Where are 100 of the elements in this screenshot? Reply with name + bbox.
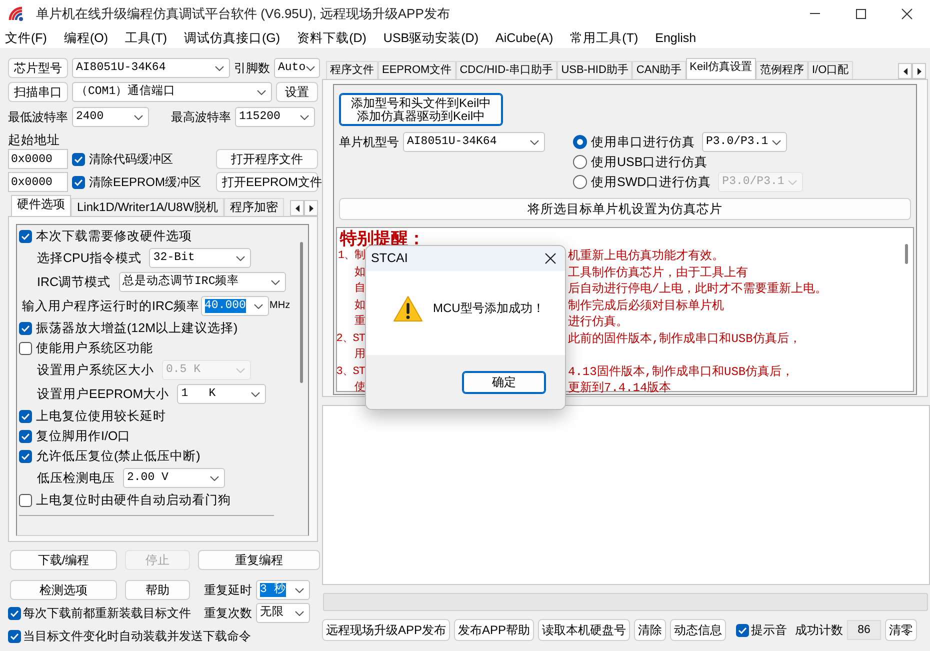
check-icon <box>10 632 19 640</box>
dropdown[interactable]: Auto <box>274 58 320 78</box>
label: 成功计数 <box>795 622 844 638</box>
toolbar-button[interactable]: 远程现场升级APP发布 <box>322 619 450 641</box>
radio-button[interactable] <box>573 175 587 189</box>
toolbar-button[interactable]: 清除 <box>634 619 666 641</box>
radio-label: 使用串口进行仿真 <box>591 134 695 150</box>
menu-item[interactable]: 编程(O) <box>60 30 112 46</box>
checkbox[interactable] <box>72 176 85 188</box>
dropdown[interactable]: 2.00 V <box>123 468 225 488</box>
notice-text: 此前的固件版本,制作成串口和USB仿真后， <box>568 330 801 347</box>
dropdown[interactable]: AI8051U-34K64 <box>72 58 230 78</box>
add-to-keil-button[interactable]: 添加型号和头文件到Keil中 添加仿真器驱动到Keil中 <box>339 93 503 126</box>
close-icon <box>544 253 556 264</box>
menu-item[interactable]: 工具(T) <box>122 30 170 46</box>
tab[interactable]: Link1D/Writer1A/U8W脱机 <box>71 198 224 216</box>
toolbar-button[interactable]: 动态信息 <box>670 619 726 641</box>
program-button[interactable]: 检测选项 <box>10 580 117 600</box>
tab[interactable]: CDC/HID-串口助手 <box>456 61 558 79</box>
settings-button[interactable]: 设置 <box>276 82 318 102</box>
reset-count-button[interactable]: 清零 <box>885 619 918 641</box>
open-file-button[interactable]: 打开程序文件 <box>216 149 318 169</box>
dropdown[interactable]: 1 K <box>177 384 266 404</box>
address-field[interactable]: 0x0000 <box>8 172 68 192</box>
dropdown[interactable]: 115200 <box>235 107 315 127</box>
checkbox[interactable] <box>736 624 750 636</box>
label: 单片机型号 <box>339 134 399 150</box>
notice-text: 2、ST <box>336 332 365 346</box>
dropdown[interactable]: 2400 <box>72 107 149 127</box>
dialog-message: MCU型号添加成功！ <box>433 300 544 316</box>
checkbox[interactable] <box>19 322 32 334</box>
toolbar-button[interactable]: 发布APP帮助 <box>454 619 534 641</box>
dropdown[interactable]: AI8051U-34K64 <box>403 132 545 152</box>
notice-text: 1、制 <box>338 248 365 264</box>
menu-item[interactable]: AiCube(A) <box>492 30 556 46</box>
notice-text: 如 <box>354 298 365 314</box>
tab[interactable]: CAN助手 <box>632 61 686 79</box>
check-icon <box>21 432 30 440</box>
menu-item[interactable]: USB驱动安装(D) <box>380 30 482 46</box>
menu-item[interactable]: 调试仿真接口(G) <box>181 30 284 46</box>
checkbox[interactable] <box>72 152 85 166</box>
checkbox[interactable] <box>8 606 21 620</box>
dropdown[interactable]: （COM1）通信端口 <box>72 82 272 102</box>
checkbox[interactable] <box>19 342 32 354</box>
address-field[interactable]: 0x0000 <box>8 149 68 169</box>
tab-scroll-right-button[interactable] <box>912 63 926 79</box>
label: 最低波特率 <box>8 110 68 124</box>
checkbox[interactable] <box>19 494 32 506</box>
dropdown[interactable]: 32-Bit <box>149 248 252 268</box>
program-button[interactable]: 下载/编程 <box>10 550 117 570</box>
notice-text: 用 <box>354 348 365 363</box>
check-icon <box>21 452 30 460</box>
scrollbar[interactable] <box>300 242 302 383</box>
checkbox-label: 本次下载需要修改硬件选项 <box>36 228 192 244</box>
checkbox[interactable] <box>19 430 32 442</box>
program-button[interactable]: 重复编程 <box>198 550 320 570</box>
checkbox[interactable] <box>19 450 32 462</box>
tab[interactable]: 硬件选项 <box>11 195 71 216</box>
radio-button[interactable] <box>573 135 587 149</box>
menu-item[interactable]: 文件(F) <box>2 30 50 46</box>
check-icon <box>74 156 83 162</box>
dropdown[interactable]: 无限 <box>256 603 310 623</box>
menu-item[interactable]: English <box>652 30 700 46</box>
scrollbar[interactable] <box>904 244 908 264</box>
tab[interactable]: USB-HID助手 <box>557 61 632 79</box>
checkbox[interactable] <box>8 630 21 643</box>
tab-scroll-right-button[interactable] <box>304 200 318 216</box>
checkbox[interactable] <box>19 230 32 242</box>
tab[interactable]: I/O口配 <box>808 61 853 79</box>
radio-button[interactable] <box>573 155 587 169</box>
chip-type-button[interactable]: 芯片型号 <box>8 58 68 78</box>
notice-text: 自 <box>354 281 365 297</box>
toolbar-button[interactable]: 读取本机硬盘号 <box>538 619 630 641</box>
menu-item[interactable]: 资料下载(D) <box>294 30 370 46</box>
dropdown[interactable]: P3.0/P3.1 <box>702 132 787 152</box>
caret-icon <box>530 140 539 144</box>
tab[interactable]: 程序文件 <box>326 61 378 79</box>
warning-icon <box>393 294 423 322</box>
scan-port-button[interactable]: 扫描串口 <box>8 82 68 102</box>
program-button[interactable]: 帮助 <box>125 580 190 600</box>
tab-scroll-left-button[interactable] <box>898 63 912 79</box>
menu-item[interactable]: 常用工具(T) <box>567 30 642 46</box>
label: 选择CPU指令模式 <box>37 250 142 266</box>
tab-scroll-left-button[interactable] <box>290 200 304 216</box>
caret-icon <box>772 140 781 144</box>
dropdown[interactable]: 总是动态调节IRC频率 <box>118 272 286 292</box>
ok-button[interactable]: 确定 <box>462 370 546 394</box>
tab[interactable]: Keil仿真设置 <box>686 58 756 79</box>
left-triangle-icon <box>902 68 908 74</box>
caret-icon <box>215 66 224 70</box>
set-emulator-chip-button[interactable]: 将所选目标单片机设置为仿真芯片 <box>339 198 911 220</box>
checkbox[interactable] <box>19 410 32 422</box>
tab[interactable]: EEPROM文件 <box>378 61 456 79</box>
tab[interactable]: 范例程序 <box>756 61 808 79</box>
tab[interactable]: 程序加密 <box>224 198 284 216</box>
caret-icon <box>254 304 263 308</box>
dropdown[interactable]: 40.000 <box>200 296 269 316</box>
maximize-icon <box>855 8 867 20</box>
notice-text: 机重新上电仿真功能才有效。 <box>568 248 724 264</box>
dropdown[interactable]: 3 秒 <box>256 580 310 600</box>
